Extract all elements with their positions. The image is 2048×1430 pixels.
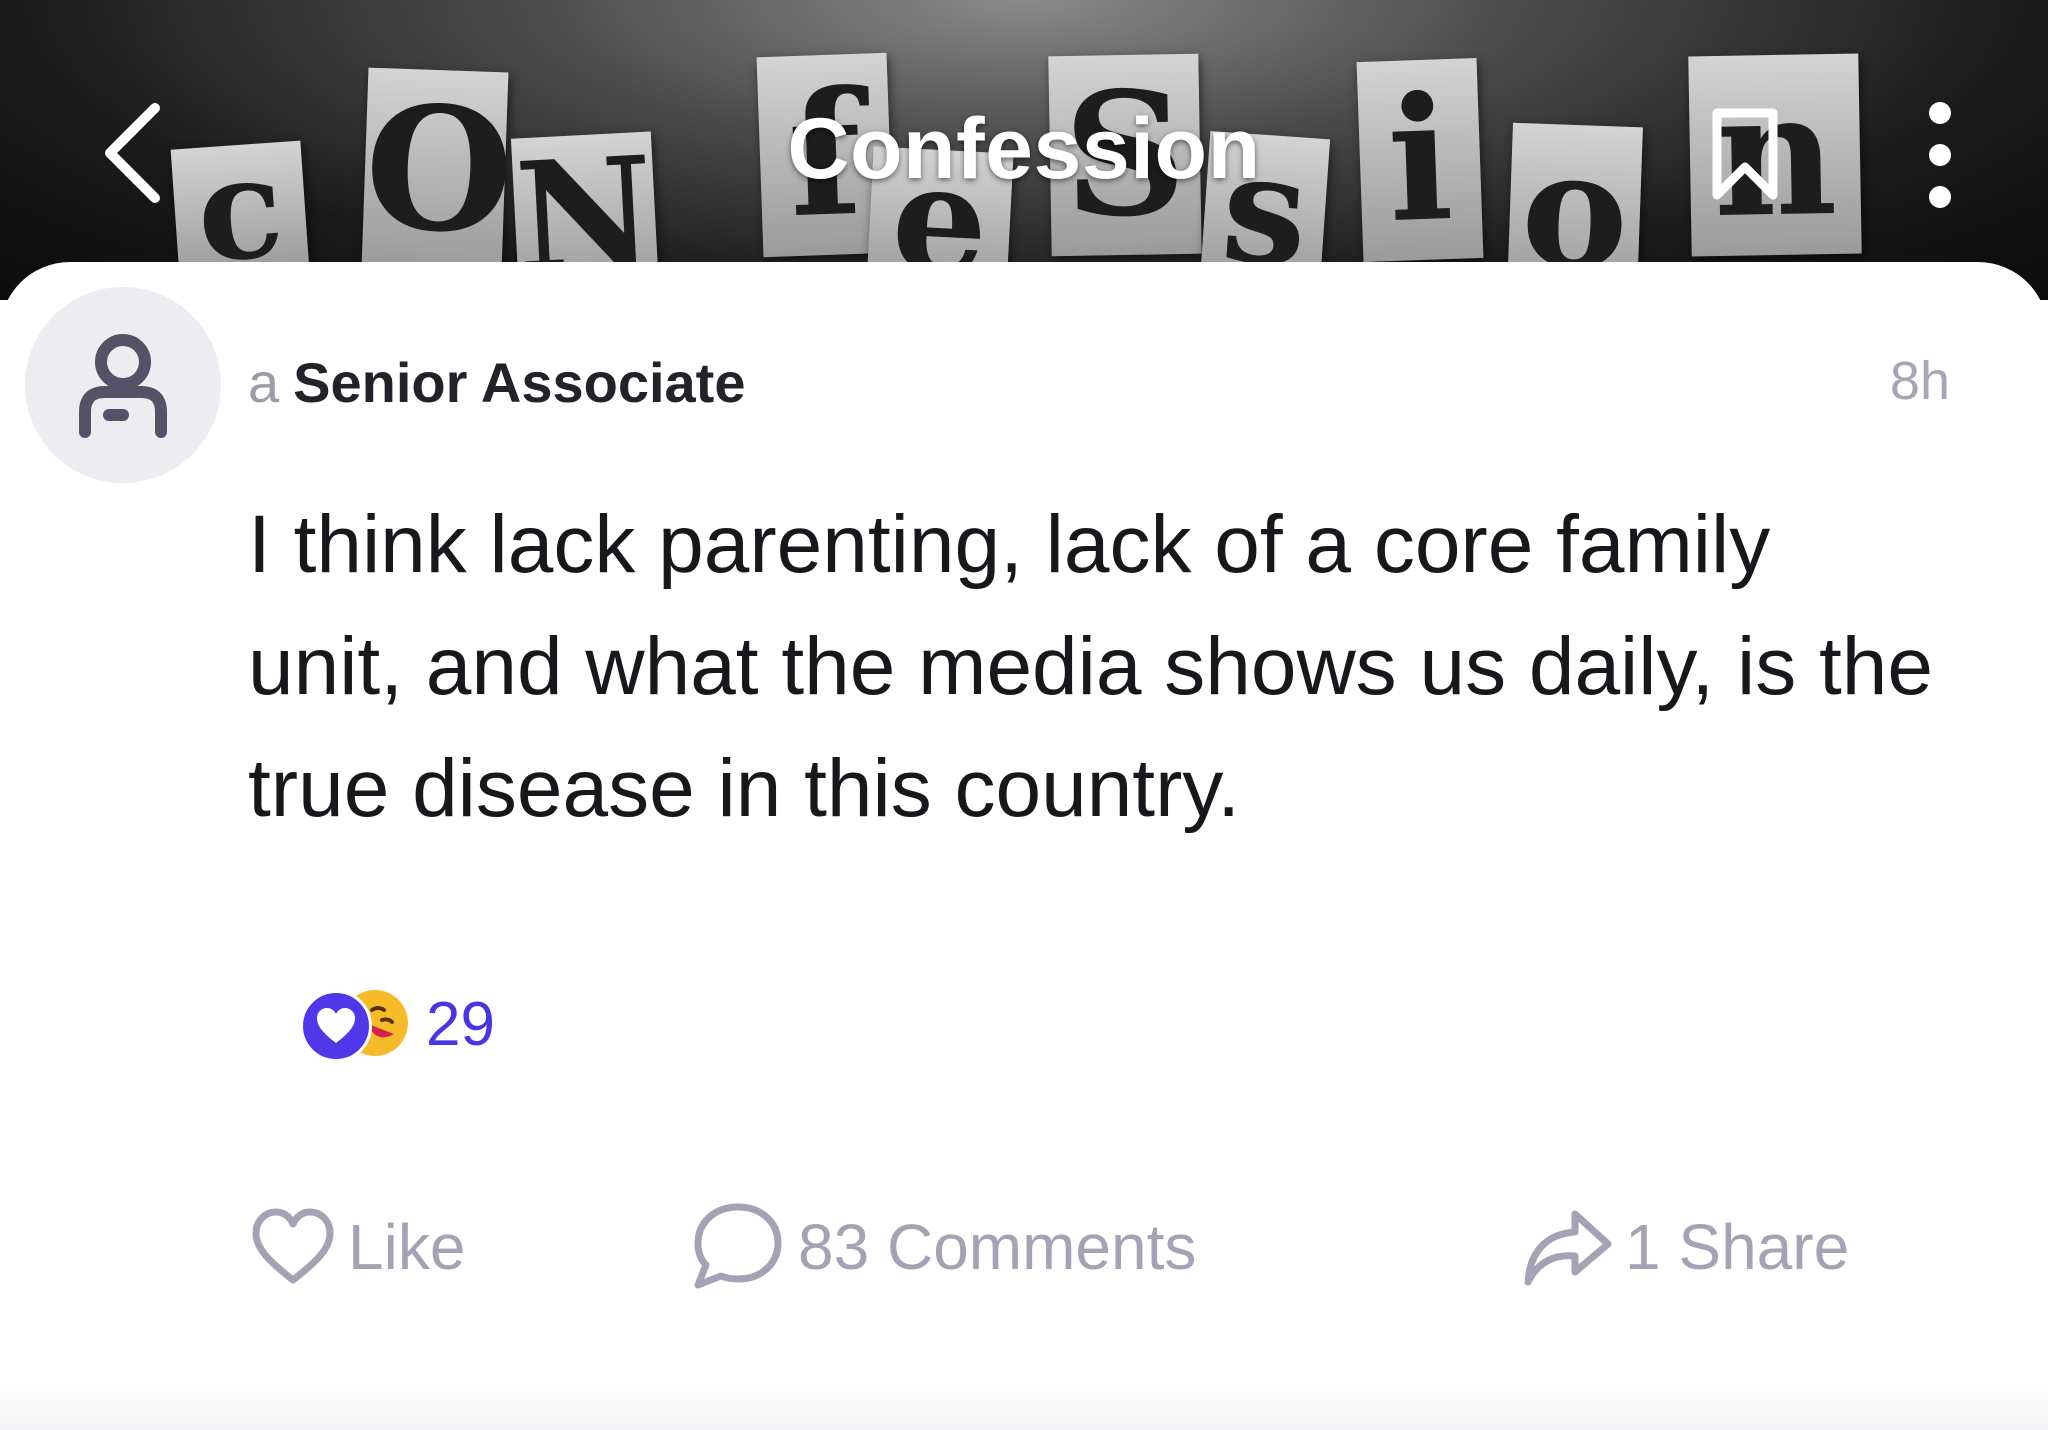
author-line: a Senior Associate bbox=[248, 350, 745, 415]
confession-header: c O N f e S s i o n Confession bbox=[0, 0, 2048, 300]
comments-button[interactable]: 83 Comments bbox=[688, 1192, 1196, 1302]
post-actions-bar: Like 83 Comments 1 Share bbox=[0, 1192, 2048, 1302]
share-arrow-icon bbox=[1524, 1210, 1612, 1286]
reaction-count: 29 bbox=[426, 990, 495, 1059]
bookmark-icon bbox=[1712, 108, 1778, 200]
share-label: 1 Share bbox=[1625, 1211, 1850, 1283]
post-timestamp: 8h bbox=[1889, 351, 1950, 411]
avatar[interactable] bbox=[25, 287, 221, 483]
author-role[interactable]: Senior Associate bbox=[293, 351, 745, 414]
author-prefix: a bbox=[248, 351, 280, 414]
like-label: Like bbox=[348, 1211, 466, 1283]
like-button[interactable]: Like bbox=[248, 1192, 465, 1302]
post-card: a Senior Associate 8h I think lack parent… bbox=[0, 262, 2048, 1430]
comments-label: 83 Comments bbox=[798, 1211, 1197, 1283]
post-body: I think lack parenting, lack of a core f… bbox=[248, 499, 1933, 834]
more-vertical-icon bbox=[1929, 102, 1951, 208]
heart-reaction-icon bbox=[300, 990, 372, 1062]
comment-bubble-icon bbox=[694, 1203, 782, 1289]
anonymous-user-icon bbox=[79, 334, 167, 438]
bottom-divider bbox=[0, 1385, 2048, 1430]
heart-outline-icon bbox=[252, 1208, 334, 1284]
share-button[interactable]: 1 Share bbox=[1520, 1192, 1849, 1302]
bookmark-button[interactable] bbox=[1705, 105, 1785, 205]
more-options-button[interactable] bbox=[1915, 95, 1965, 215]
